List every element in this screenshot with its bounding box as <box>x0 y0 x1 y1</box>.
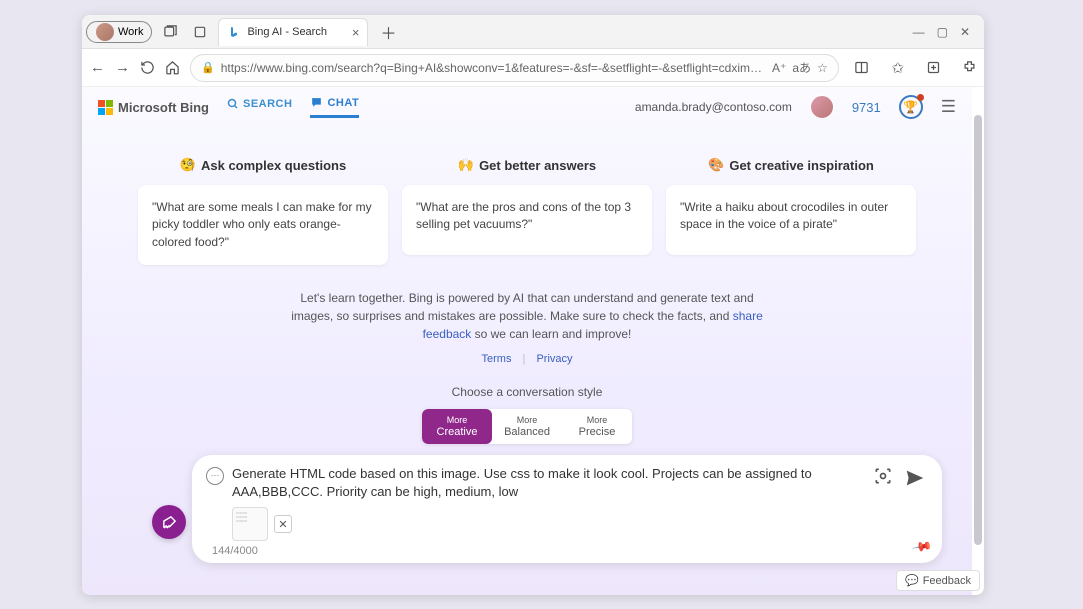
tab-close-icon[interactable]: × <box>352 25 360 40</box>
visual-search-icon[interactable] <box>872 465 894 487</box>
new-topic-button[interactable] <box>152 505 186 539</box>
minimize-button[interactable]: — <box>913 25 925 39</box>
suggestion-card[interactable]: "Write a haiku about crocodiles in outer… <box>666 185 916 255</box>
microsoft-logo-icon <box>98 100 113 115</box>
suggestion-card[interactable]: "What are some meals I can make for my p… <box>138 185 388 265</box>
chat-input[interactable]: Generate HTML code based on this image. … <box>232 465 864 501</box>
url-text: https://www.bing.com/search?q=Bing+AI&sh… <box>221 61 766 75</box>
remove-attachment-button[interactable]: ✕ <box>274 515 292 533</box>
search-label: SEARCH <box>243 98 292 110</box>
translate-icon[interactable]: aあ <box>792 59 811 76</box>
lock-icon: 🔒 <box>201 61 215 74</box>
style-precise[interactable]: More Precise <box>562 409 632 444</box>
content-area: Microsoft Bing SEARCH CHAT amanda.brady@… <box>82 87 984 595</box>
url-input[interactable]: 🔒 https://www.bing.com/search?q=Bing+AI&… <box>190 54 839 82</box>
image-attachment-thumbnail[interactable]: ▭▭▭▭▭▭▭▭▭ <box>232 507 268 541</box>
back-button[interactable]: ← <box>90 55 105 81</box>
feedback-button[interactable]: 💬 Feedback <box>896 570 980 591</box>
reader-icon[interactable]: A⁺ <box>772 61 786 75</box>
workspaces-icon[interactable] <box>158 20 182 44</box>
style-heading: Choose a conversation style <box>82 385 972 399</box>
suggestion-heading: 🎨 Get creative inspiration <box>666 157 916 173</box>
send-button[interactable] <box>902 465 928 491</box>
scrollbar[interactable] <box>974 115 982 545</box>
chat-bubble-icon: ⋯ <box>206 467 224 485</box>
home-button[interactable] <box>165 55 180 81</box>
address-bar: ← → 🔒 https://www.bing.com/search?q=Bing… <box>82 49 984 87</box>
legal-links: Terms | Privacy <box>82 353 972 365</box>
feedback-icon: 💬 <box>905 574 919 587</box>
profile-avatar-icon <box>96 23 114 41</box>
maximize-button[interactable]: ▢ <box>937 25 948 39</box>
suggestion-row: 🧐 Ask complex questions "What are some m… <box>98 157 956 265</box>
chat-label: CHAT <box>327 97 359 109</box>
collections-icon[interactable] <box>921 55 947 81</box>
hamburger-menu-icon[interactable]: ☰ <box>941 97 956 117</box>
reload-button[interactable] <box>140 55 155 81</box>
titlebar: Work Bing AI - Search × ＋ — ▢ ✕ <box>82 15 984 49</box>
rewards-points[interactable]: 9731 <box>852 100 881 115</box>
split-screen-icon[interactable] <box>849 55 875 81</box>
style-balanced[interactable]: More Balanced <box>492 409 562 444</box>
user-email[interactable]: amanda.brady@contoso.com <box>635 100 792 114</box>
rewards-trophy-icon[interactable]: 🏆 <box>899 95 923 119</box>
new-tab-button[interactable]: ＋ <box>374 20 402 44</box>
tab-actions-icon[interactable] <box>188 20 212 44</box>
bing-favicon-icon <box>227 25 241 39</box>
brand-text: Microsoft Bing <box>118 100 209 115</box>
tab-title: Bing AI - Search <box>247 26 327 38</box>
page-header: Microsoft Bing SEARCH CHAT amanda.brady@… <box>82 87 972 127</box>
profile-pill[interactable]: Work <box>86 21 152 43</box>
char-counter: 144/4000 <box>212 545 928 557</box>
window-controls: — ▢ ✕ <box>913 25 980 39</box>
emoji-icon: 🙌 <box>458 157 474 173</box>
attachment-row: ▭▭▭▭▭▭▭▭▭ ✕ <box>232 507 928 541</box>
disclaimer-text: Let's learn together. Bing is powered by… <box>282 289 772 343</box>
forward-button[interactable]: → <box>115 55 130 81</box>
profile-label: Work <box>118 26 143 38</box>
style-creative[interactable]: More Creative <box>422 409 492 444</box>
suggestion-heading: 🙌 Get better answers <box>402 157 652 173</box>
bing-logo[interactable]: Microsoft Bing <box>98 100 209 115</box>
emoji-icon: 🎨 <box>708 157 724 173</box>
style-picker: More Creative More Balanced More Precise <box>422 409 632 444</box>
search-mode-tab[interactable]: SEARCH <box>227 98 292 116</box>
emoji-icon: 🧐 <box>180 157 196 173</box>
suggestion-heading: 🧐 Ask complex questions <box>138 157 388 173</box>
terms-link[interactable]: Terms <box>482 353 512 365</box>
extensions-icon[interactable] <box>957 55 983 81</box>
browser-window: Work Bing AI - Search × ＋ — ▢ ✕ ← → <box>82 15 984 595</box>
close-window-button[interactable]: ✕ <box>960 25 970 39</box>
user-avatar[interactable] <box>810 95 834 119</box>
chat-mode-tab[interactable]: CHAT <box>310 96 359 118</box>
privacy-link[interactable]: Privacy <box>536 353 572 365</box>
favorites-bar-icon[interactable]: ✩ <box>885 55 911 81</box>
suggestion-card[interactable]: "What are the pros and cons of the top 3… <box>402 185 652 255</box>
browser-tab[interactable]: Bing AI - Search × <box>218 18 368 46</box>
chat-input-card: ⋯ Generate HTML code based on this image… <box>192 455 942 563</box>
favorite-icon[interactable]: ☆ <box>817 61 828 75</box>
